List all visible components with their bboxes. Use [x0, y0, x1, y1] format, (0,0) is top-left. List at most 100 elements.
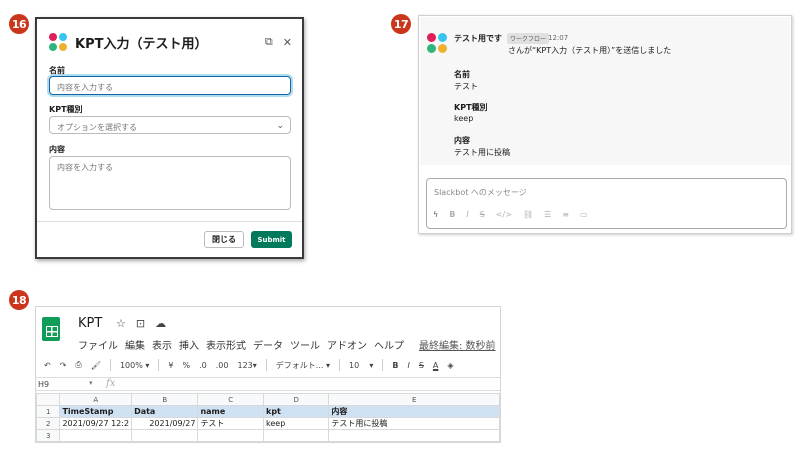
number-format-select[interactable]: 123▾: [237, 361, 256, 370]
column-header-row: A B C D E: [36, 393, 500, 406]
menu-bar: ファイル 編集 表示 挿入 表示形式 データ ツール アドオン ヘルプ: [78, 337, 404, 352]
message-area: テスト用です ワークフロー 12:07 さんが“KPT入力（テスト用）”を送信し…: [420, 17, 790, 165]
toolbar-divider: [265, 359, 267, 371]
document-title[interactable]: KPT: [78, 316, 102, 331]
cloud-status-icon[interactable]: ☁: [155, 317, 166, 330]
formula-bar: H9 ▾ fx: [36, 377, 500, 391]
close-icon[interactable]: ✕: [283, 36, 292, 49]
column-header-d[interactable]: D: [262, 393, 330, 406]
select-all-corner[interactable]: [36, 393, 61, 406]
font-select[interactable]: デフォルト... ▾: [276, 360, 330, 371]
quote-icon[interactable]: ▭: [580, 210, 588, 219]
bold-icon[interactable]: B: [449, 210, 455, 219]
zoom-select[interactable]: 100% ▾: [120, 361, 149, 370]
cell[interactable]: 内容: [328, 405, 500, 418]
strikethrough-button[interactable]: S: [419, 361, 424, 370]
cell[interactable]: keep: [262, 417, 330, 430]
italic-icon[interactable]: I: [466, 210, 468, 219]
field-label-kpt: KPT種別: [454, 103, 488, 112]
menu-addons[interactable]: アドオン: [327, 337, 367, 352]
cell[interactable]: [328, 429, 500, 442]
cell[interactable]: テスト: [197, 417, 264, 430]
message-time[interactable]: 12:07: [548, 34, 568, 42]
link-icon[interactable]: ⛓: [523, 210, 533, 219]
name-field[interactable]: 内容を入力する: [49, 76, 291, 95]
move-folder-icon[interactable]: ⊡: [136, 317, 145, 330]
external-link-icon[interactable]: ⧉: [265, 35, 273, 49]
row-header[interactable]: 2: [36, 417, 61, 430]
google-sheet-window: KPT ☆ ⊡ ☁ ファイル 編集 表示 挿入 表示形式 データ ツール アドオ…: [35, 306, 501, 443]
chevron-down-icon: ⌄: [276, 121, 284, 131]
decrease-decimal-button[interactable]: .0: [199, 361, 207, 370]
menu-file[interactable]: ファイル: [78, 337, 118, 352]
cell[interactable]: テスト用に投稿: [328, 417, 500, 430]
lightning-icon[interactable]: ϟ: [433, 210, 438, 219]
name-label: 名前: [49, 66, 65, 75]
cell[interactable]: [262, 429, 330, 442]
last-edit-link[interactable]: 最終編集: 数秒前: [419, 337, 496, 352]
menu-help[interactable]: ヘルプ: [374, 337, 404, 352]
step-badge-16: 16: [9, 14, 29, 34]
field-label-content: 内容: [454, 136, 470, 145]
paint-format-icon[interactable]: 🖌: [91, 361, 101, 370]
menu-format[interactable]: 表示形式: [206, 337, 246, 352]
content-textarea[interactable]: 内容を入力する: [49, 156, 291, 210]
sender-name[interactable]: テスト用です: [454, 33, 502, 44]
cell[interactable]: 2021/09/27: [131, 417, 199, 430]
strikethrough-icon[interactable]: S: [480, 210, 485, 219]
content-label: 内容: [49, 145, 65, 154]
message-composer[interactable]: Slackbot へのメッセージ ϟ B I S </> ⛓ ☰ ≡ ▭: [426, 178, 787, 229]
slack-message-panel: テスト用です ワークフロー 12:07 さんが“KPT入力（テスト用）”を送信し…: [418, 15, 792, 234]
ordered-list-icon[interactable]: ☰: [544, 210, 551, 219]
column-header-e[interactable]: E: [328, 393, 500, 406]
currency-button[interactable]: ¥: [168, 361, 173, 370]
text-color-button[interactable]: A: [433, 361, 438, 370]
name-box-dropdown-icon[interactable]: ▾: [89, 379, 93, 387]
italic-button[interactable]: I: [407, 361, 409, 370]
bold-button[interactable]: B: [392, 361, 398, 370]
cell[interactable]: [59, 429, 133, 442]
toolbar-divider: [338, 359, 340, 371]
cell[interactable]: [197, 429, 264, 442]
row-header[interactable]: 3: [36, 429, 61, 442]
increase-decimal-button[interactable]: .00: [216, 361, 229, 370]
code-icon[interactable]: </>: [496, 210, 512, 219]
close-button[interactable]: 閉じる: [204, 231, 244, 248]
cell[interactable]: kpt: [262, 405, 330, 418]
menu-edit[interactable]: 編集: [125, 337, 145, 352]
kpt-type-placeholder: オプションを選択する: [57, 123, 137, 132]
table-row: 3: [36, 429, 500, 442]
menu-insert[interactable]: 挿入: [179, 337, 199, 352]
sheets-logo-icon[interactable]: [42, 317, 60, 341]
table-row: 1 TimeStamp Data name kpt 内容: [36, 405, 500, 418]
kpt-type-label: KPT種別: [49, 105, 83, 114]
menu-view[interactable]: 表示: [152, 337, 172, 352]
column-header-c[interactable]: C: [197, 393, 264, 406]
redo-icon[interactable]: ↷: [60, 361, 67, 370]
modal-footer-divider: [37, 221, 302, 222]
menu-tools[interactable]: ツール: [290, 337, 320, 352]
bullet-list-icon[interactable]: ≡: [562, 210, 569, 219]
undo-icon[interactable]: ↶: [44, 361, 51, 370]
print-icon[interactable]: ⎙: [75, 360, 81, 370]
sheet-toolbar: ↶ ↷ ⎙ 🖌 100% ▾ ¥ % .0 .00 123▾ デフォルト... …: [44, 356, 500, 374]
step-badge-18: 18: [9, 290, 29, 310]
star-icon[interactable]: ☆: [116, 317, 126, 330]
column-header-b[interactable]: B: [131, 393, 199, 406]
column-header-a[interactable]: A: [59, 393, 133, 406]
cell[interactable]: [131, 429, 199, 442]
fill-color-icon[interactable]: ◈: [447, 361, 453, 370]
cell[interactable]: 2021/09/27 12:2: [59, 417, 133, 430]
title-icons: ☆ ⊡ ☁: [116, 317, 166, 330]
cell[interactable]: Data: [131, 405, 199, 418]
menu-data[interactable]: データ: [253, 337, 283, 352]
row-header[interactable]: 1: [36, 405, 61, 418]
message-text: さんが“KPT入力（テスト用）”を送信しました: [508, 46, 672, 55]
submit-button[interactable]: Submit: [251, 231, 292, 248]
percent-button[interactable]: %: [183, 361, 191, 370]
font-size-select[interactable]: 10 ▾: [349, 361, 373, 370]
cell[interactable]: name: [197, 405, 264, 418]
kpt-type-select[interactable]: オプションを選択する ⌄: [49, 116, 291, 134]
name-box[interactable]: H9: [38, 380, 49, 389]
cell[interactable]: TimeStamp: [59, 405, 133, 418]
